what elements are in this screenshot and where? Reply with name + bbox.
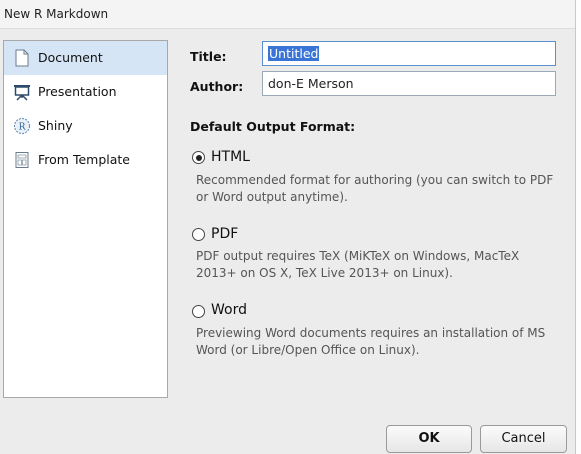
- title-input-value: Untitled: [268, 46, 320, 61]
- word-radio[interactable]: [192, 305, 205, 318]
- svg-text:R: R: [19, 123, 26, 133]
- description-line: PDF output requires TeX (MiKTeX on Windo…: [196, 249, 520, 263]
- presentation-icon: [14, 85, 30, 101]
- sidebar-item-document[interactable]: Document: [4, 41, 167, 75]
- sidebar-item-shiny[interactable]: R Shiny: [4, 109, 167, 143]
- pdf-radio[interactable]: [192, 228, 205, 241]
- pdf-option-description: PDF output requires TeX (MiKTeX on Windo…: [196, 248, 556, 282]
- window-titlebar[interactable]: New R Markdown: [0, 0, 575, 29]
- sidebar-item-label: Presentation: [38, 84, 117, 99]
- description-line: Word (or Libre/Open Office on Linux).: [196, 343, 420, 357]
- word-option-description: Previewing Word documents requires an in…: [196, 325, 556, 359]
- author-input[interactable]: don-E Merson: [262, 71, 556, 96]
- html-radio[interactable]: [192, 151, 205, 164]
- html-option-label[interactable]: HTML: [211, 149, 250, 165]
- sidebar-item-presentation[interactable]: Presentation: [4, 75, 167, 109]
- sidebar-item-label: From Template: [38, 152, 130, 167]
- format-sidebar: Document Presentation R Shiny From Templ…: [3, 40, 168, 398]
- window-title: New R Markdown: [4, 7, 109, 21]
- sidebar-item-label: Document: [38, 50, 103, 65]
- word-option-label[interactable]: Word: [211, 302, 247, 318]
- ok-button[interactable]: OK: [386, 425, 472, 453]
- sidebar-item-from-template[interactable]: From Template: [4, 143, 167, 177]
- background-window-edge: [575, 0, 581, 454]
- sidebar-item-label: Shiny: [38, 118, 73, 133]
- html-option-description: Recommended format for authoring (you ca…: [196, 172, 556, 206]
- pdf-option-label[interactable]: PDF: [211, 226, 238, 242]
- radio-selected-dot: [195, 154, 202, 161]
- description-line: Previewing Word documents requires an in…: [196, 326, 546, 340]
- description-line: 2013+ on OS X, TeX Live 2013+ on Linux).: [196, 266, 453, 280]
- output-format-heading: Default Output Format:: [190, 119, 356, 134]
- description-line: Recommended format for authoring (you ca…: [196, 173, 554, 187]
- document-icon: [15, 49, 29, 67]
- shiny-icon: R: [14, 118, 30, 134]
- template-icon: [15, 152, 29, 168]
- title-label: Title:: [190, 49, 227, 64]
- cancel-button[interactable]: Cancel: [480, 425, 567, 453]
- title-input[interactable]: Untitled: [262, 41, 556, 66]
- description-line: or Word output anytime).: [196, 190, 348, 204]
- author-label: Author:: [190, 79, 244, 94]
- author-input-value: don-E Merson: [268, 76, 354, 91]
